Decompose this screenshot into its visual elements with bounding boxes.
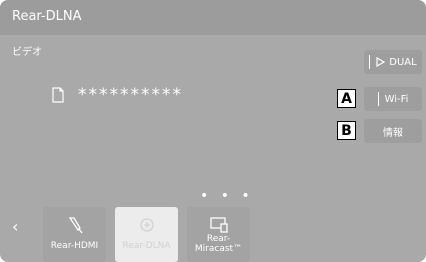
source-tile-rear-miracast[interactable]: Rear- Miracast™ <box>187 207 250 262</box>
wifi-button[interactable]: Wi-Fi <box>364 87 422 111</box>
wifi-button-label: Wi-Fi <box>384 93 409 105</box>
file-entry[interactable]: ********** <box>50 85 183 105</box>
source-tile-label: Rear-HDMI <box>50 241 99 251</box>
source-tile-label: Rear-DLNA <box>122 241 171 251</box>
play-outline-icon <box>376 57 386 67</box>
info-button-label: 情報 <box>383 127 403 139</box>
dual-button[interactable]: DUAL <box>364 50 422 74</box>
dual-button-label: DUAL <box>389 56 417 68</box>
category-label: ビデオ <box>12 47 42 58</box>
app-title: Rear-DLNA <box>12 9 82 24</box>
header-bar: Rear-DLNA <box>0 0 426 35</box>
button-divider <box>377 92 379 106</box>
source-tile-label-line1: Rear- <box>206 234 231 244</box>
file-name: ********** <box>78 85 183 105</box>
screen-cast-icon <box>210 217 228 233</box>
callout-a: A <box>337 89 356 108</box>
hdmi-cable-icon <box>68 217 83 234</box>
button-divider <box>369 55 371 69</box>
callout-b: B <box>337 121 356 140</box>
document-icon <box>52 87 64 103</box>
info-button[interactable]: 情報 <box>364 119 422 143</box>
source-tile-rear-hdmi[interactable]: Rear-HDMI <box>43 207 106 262</box>
chevron-left-icon[interactable]: ‹ <box>12 217 18 236</box>
page-indicator: • • • <box>200 188 254 204</box>
dlna-icon <box>140 218 154 232</box>
source-tile-label-line2: Miracast™ <box>194 244 243 254</box>
source-tile-rear-dlna[interactable]: Rear-DLNA <box>115 207 178 262</box>
source-tile-label: Rear- Miracast™ <box>187 234 250 254</box>
infotainment-screen: Rear-DLNA ビデオ ********** DUAL Wi-Fi 情報 A… <box>0 0 426 262</box>
